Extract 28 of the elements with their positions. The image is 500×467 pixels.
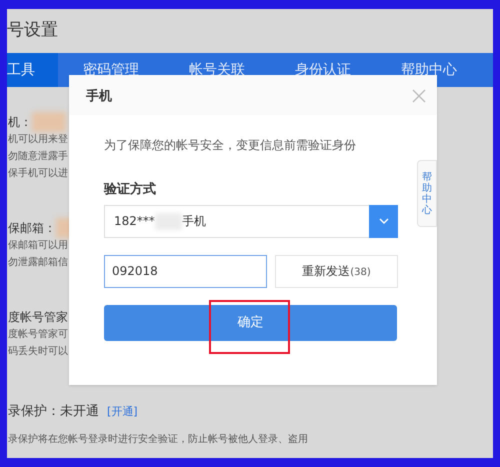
confirm-button[interactable]: 确定	[104, 304, 397, 340]
section-heading: 度帐号管家	[8, 309, 68, 326]
section-text: 度帐号管家可	[8, 328, 68, 342]
section-text: 勿泄露邮箱信	[8, 256, 68, 270]
nav-tab[interactable]: 工具	[7, 53, 58, 87]
page-title: 号设置	[7, 19, 58, 42]
phone-prefix: 182***	[114, 213, 155, 230]
section-text: 码丢失时可以	[8, 344, 68, 359]
chevron-down-icon	[378, 218, 388, 224]
section-heading: 保邮箱：	[8, 220, 56, 237]
protection-description: 录保护将在您帐号登录时进行安全验证，防止帐号被他人登录、盗用	[8, 432, 308, 446]
dialog-title: 手机	[86, 88, 112, 106]
dropdown-button[interactable]	[369, 204, 398, 238]
protection-status: 录保护：未开通	[8, 403, 99, 421]
phone-suffix: 手机	[182, 213, 206, 230]
close-icon[interactable]	[412, 89, 426, 103]
section-text: 保邮箱可以用	[8, 238, 68, 253]
code-input[interactable]: 092018	[104, 254, 267, 288]
resend-button[interactable]: 重新发送(38)	[275, 254, 398, 288]
section-text: 保手机可以进	[8, 166, 68, 181]
method-label: 验证方式	[104, 180, 157, 199]
section-text: 勿随意泄露手	[8, 150, 68, 164]
help-center-tab[interactable]: 帮助中心	[417, 160, 437, 227]
enable-link[interactable]: [开通]	[107, 404, 138, 420]
notice-text: 为了保障您的帐号安全，变更信息前需验证身份	[104, 137, 357, 152]
method-select[interactable]: 182*** 手机	[104, 204, 398, 238]
section-heading: 机：	[8, 114, 32, 131]
section-text: 机可以用来登	[8, 132, 68, 147]
